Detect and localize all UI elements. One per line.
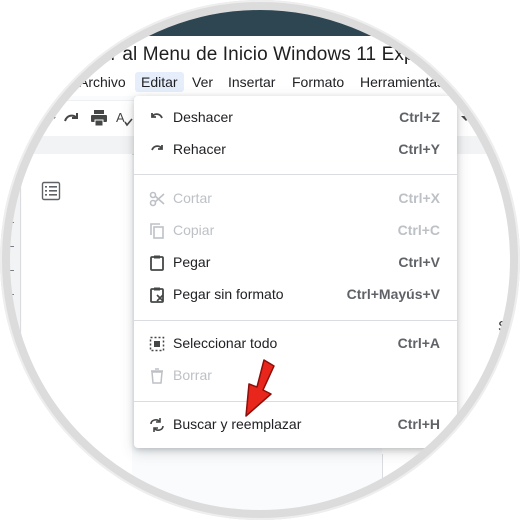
undo-toolbar-icon[interactable] — [38, 108, 58, 128]
redo-icon — [148, 141, 166, 159]
find-replace-icon — [148, 416, 166, 434]
menu-item-cut: Cortar Ctrl+X — [134, 183, 457, 215]
ruler-tick — [8, 342, 14, 343]
ruler-tick — [8, 438, 14, 439]
menu-item-label: Rehacer — [173, 141, 226, 157]
menu-editar[interactable]: Editar — [135, 72, 184, 92]
redo-toolbar-icon[interactable] — [62, 108, 82, 128]
menu-divider — [134, 401, 457, 402]
menu-item-label: Borrar — [173, 367, 212, 383]
undo-icon — [148, 109, 166, 127]
document-title[interactable]: ciar al Menu de Inicio Windows 11 Explo — [86, 44, 430, 66]
ruler-tick — [8, 390, 14, 391]
menu-item-paste[interactable]: Pegar Ctrl+V — [134, 247, 457, 279]
menu-item-shortcut: Ctrl+H — [397, 416, 440, 432]
page-text-fragment: S — [498, 318, 509, 335]
ruler-tick — [8, 294, 14, 295]
ruler-tick — [8, 270, 14, 271]
menu-ver[interactable]: Ver — [186, 72, 219, 92]
menu-item-label: Deshacer — [173, 109, 233, 125]
red-arrow-icon — [245, 359, 275, 417]
menu-item-label: Seleccionar todo — [173, 335, 278, 351]
menu-item-shortcut: Ctrl+Z — [399, 109, 440, 125]
app-viewport: ciar al Menu de Inicio Windows 11 Explo … — [0, 0, 520, 520]
clipboard-icon — [148, 254, 166, 272]
window-header — [0, 0, 520, 36]
scissors-icon — [148, 190, 166, 208]
page-edge — [382, 454, 383, 520]
menu-item-shortcut: Ctrl+X — [398, 190, 440, 206]
menu-item-copy: Copiar Ctrl+C — [134, 215, 457, 247]
menu-herramientas[interactable]: Herramientas — [354, 72, 450, 92]
vertical-ruler[interactable] — [0, 154, 21, 520]
print-icon[interactable] — [89, 108, 109, 128]
menu-item-delete: Borrar — [134, 360, 457, 392]
chevron-down-icon[interactable] — [456, 108, 476, 128]
menu-divider — [134, 320, 457, 321]
menu-item-shortcut: Ctrl+Mayús+V — [346, 286, 440, 302]
menu-formato[interactable]: Formato — [286, 72, 350, 92]
trash-icon — [148, 367, 166, 385]
ruler-tick — [8, 246, 14, 247]
ruler-tick — [8, 318, 14, 319]
menu-divider — [134, 174, 457, 175]
ruler-tick — [8, 366, 14, 367]
menu-item-label: Cortar — [173, 190, 212, 206]
menu-item-select-all[interactable]: Seleccionar todo Ctrl+A — [134, 328, 457, 360]
svg-text:A: A — [116, 110, 125, 125]
menu-item-shortcut: Ctrl+A — [397, 335, 440, 351]
copy-icon — [148, 222, 166, 240]
menu-item-shortcut: Ctrl+C — [397, 222, 440, 238]
menu-item-find-replace[interactable]: Buscar y reemplazar Ctrl+H — [134, 409, 457, 441]
menu-item-label: Copiar — [173, 222, 215, 238]
document-outline-icon[interactable] — [40, 180, 62, 202]
menu-insertar[interactable]: Insertar — [222, 72, 281, 92]
ruler-tick — [8, 414, 14, 415]
menu-item-paste-plain[interactable]: Pegar sin formato Ctrl+Mayús+V — [134, 279, 457, 311]
edit-menu-dropdown: Deshacer Ctrl+Z Rehacer Ctrl+Y Cortar Ct… — [134, 96, 457, 448]
document-page[interactable] — [22, 154, 132, 520]
select-all-icon — [148, 335, 166, 353]
menu-item-shortcut: Ctrl+V — [398, 254, 440, 270]
menu-item-undo[interactable]: Deshacer Ctrl+Z — [134, 102, 457, 134]
menu-item-label: Pegar — [173, 254, 211, 270]
menu-item-shortcut: Ctrl+Y — [398, 141, 440, 157]
menu-item-redo[interactable]: Rehacer Ctrl+Y — [134, 134, 457, 166]
menu-item-label: Pegar sin formato — [173, 286, 284, 302]
menu-archivo[interactable]: Archivo — [73, 72, 132, 92]
spellcheck-icon[interactable]: A — [114, 108, 134, 128]
ruler-tick — [8, 222, 14, 223]
clipboard-plain-icon — [148, 286, 166, 304]
